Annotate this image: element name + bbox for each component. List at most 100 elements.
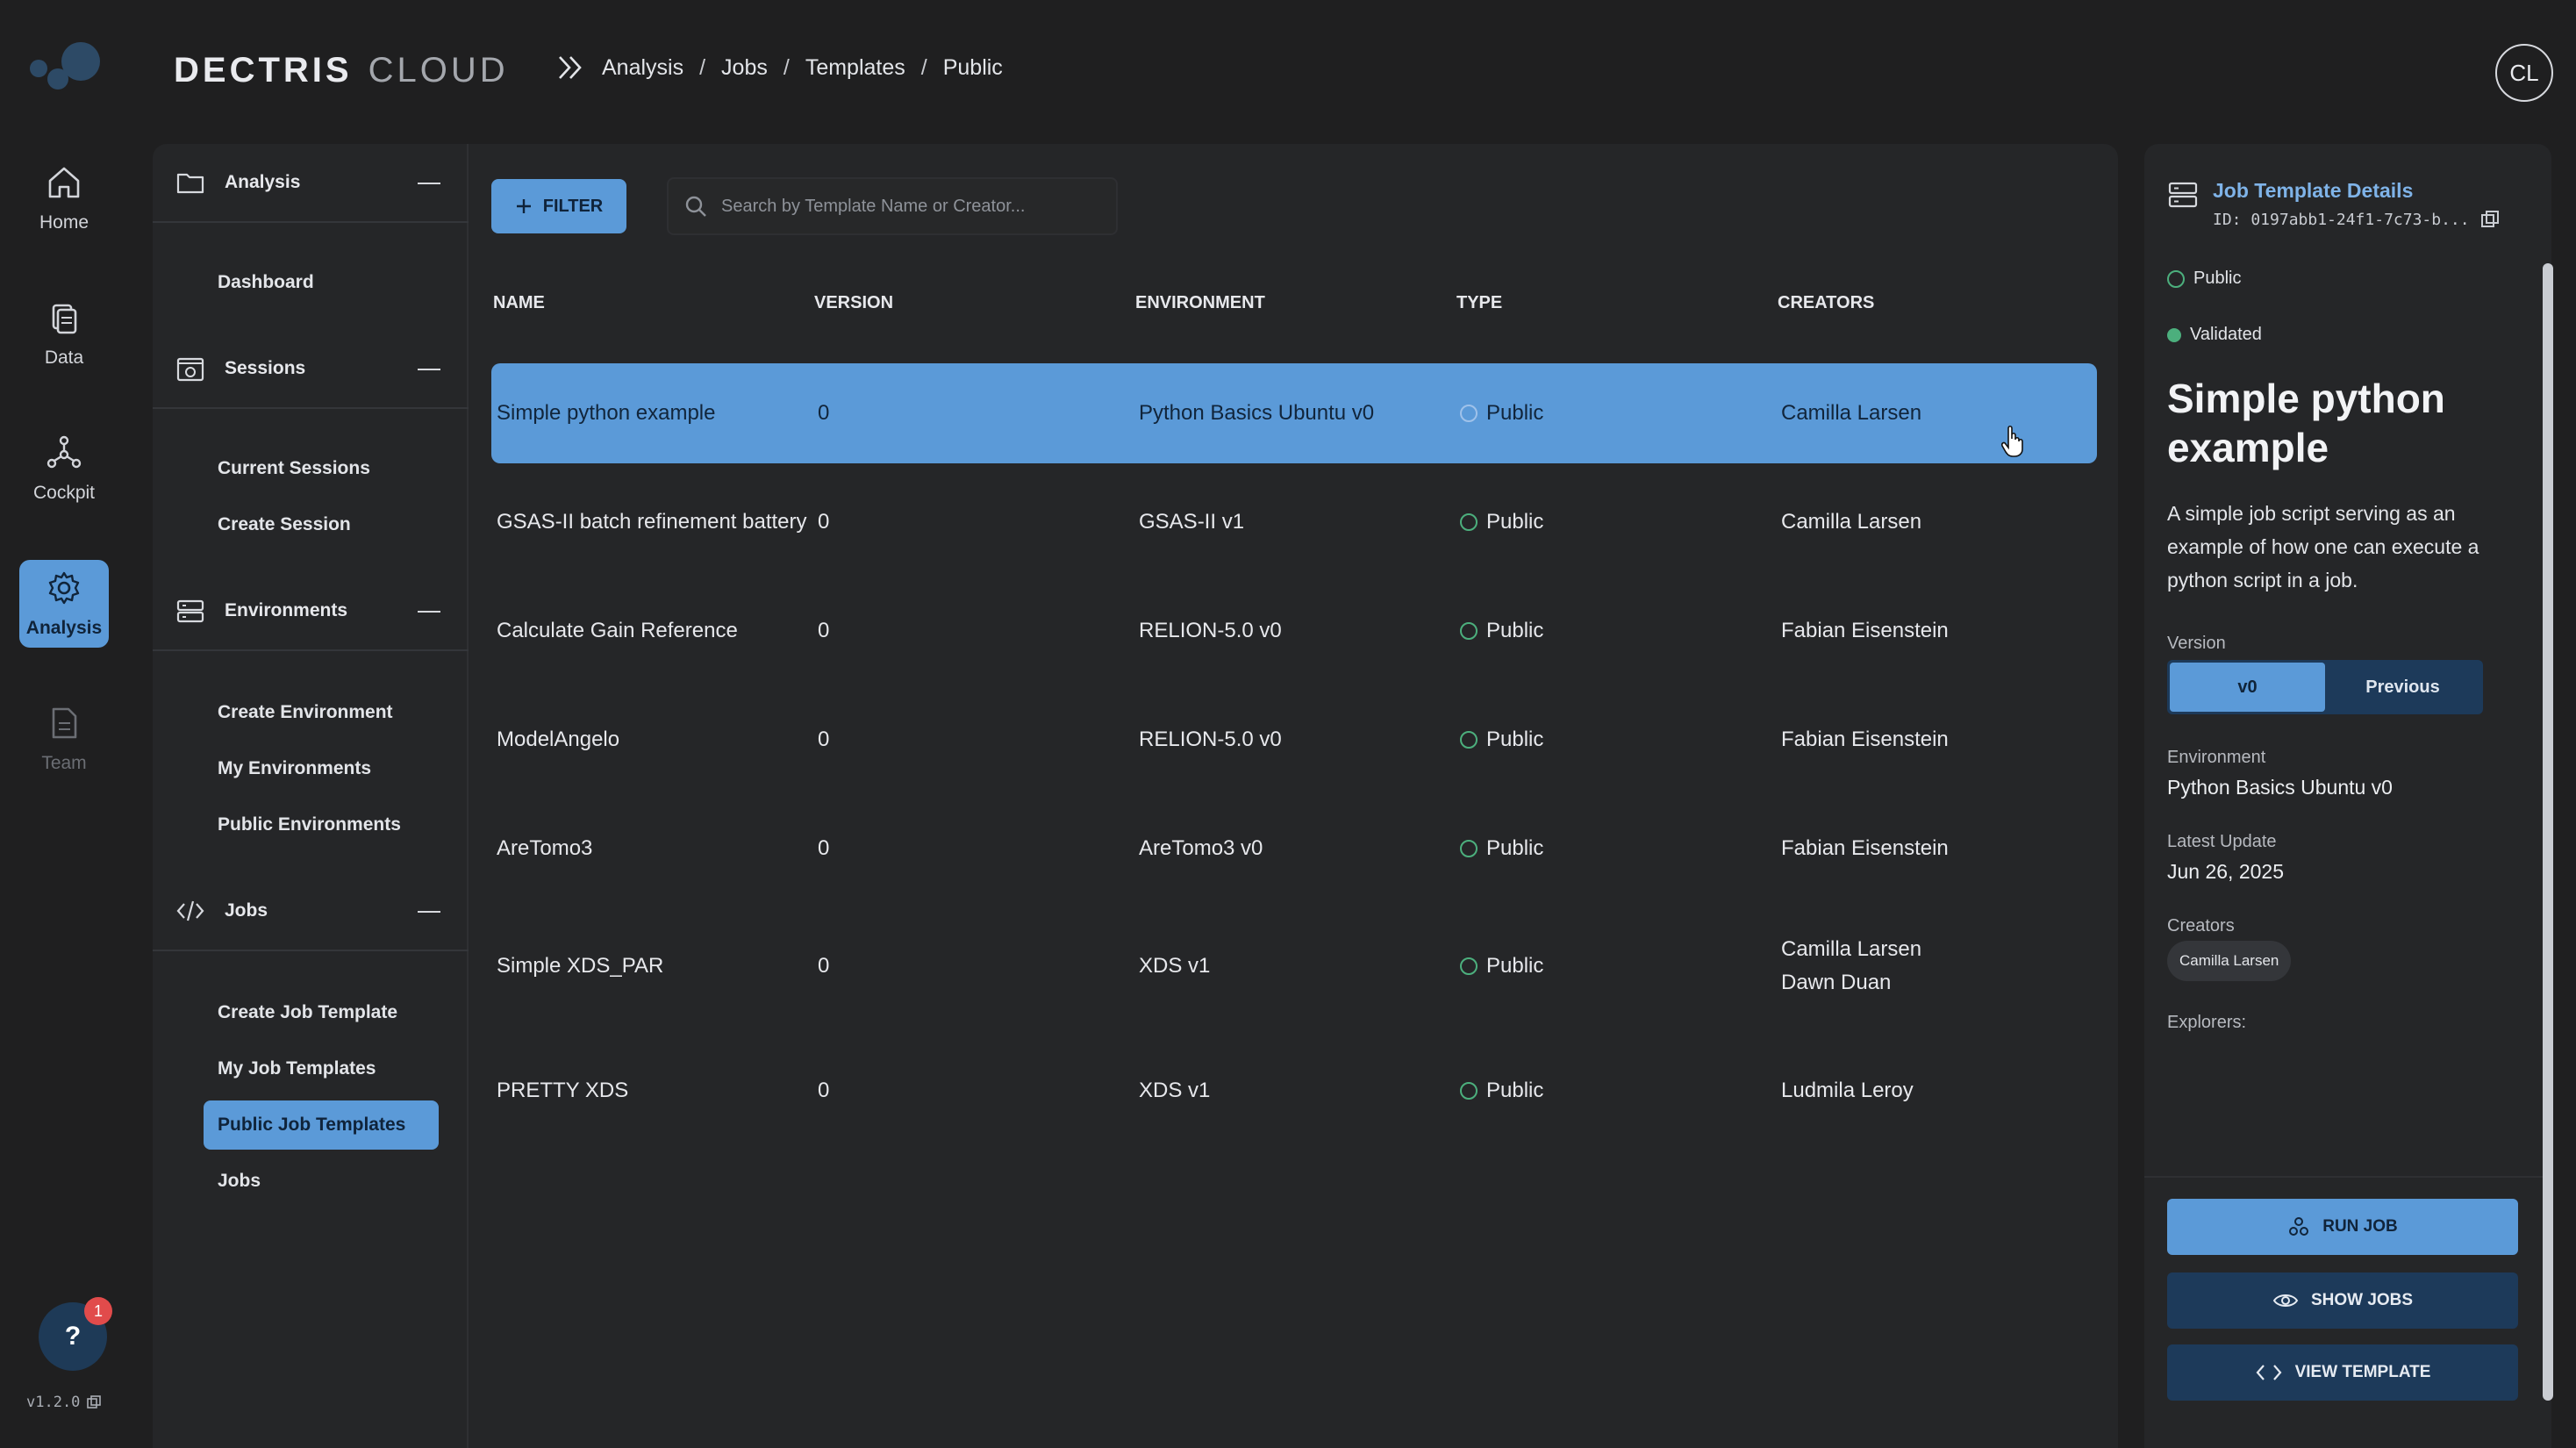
creator-name: Fabian Eisenstein xyxy=(1781,619,1949,642)
version-current-button[interactable]: v0 xyxy=(2170,663,2325,712)
template-description: A simple job script serving as an exampl… xyxy=(2167,502,2479,591)
group-title: Analysis xyxy=(225,172,301,192)
table-row[interactable]: AreTomo3 0 AreTomo3 v0 Public Fabian Eis… xyxy=(491,799,2097,899)
column-header-version[interactable]: VERSION xyxy=(814,293,893,313)
collapse-icon[interactable] xyxy=(418,911,440,913)
rail-item-data[interactable]: Data xyxy=(19,290,109,377)
column-header-environment[interactable]: ENVIRONMENT xyxy=(1135,293,1265,313)
cell-version: 0 xyxy=(818,619,830,642)
version-label: v1.2.0 xyxy=(26,1394,81,1411)
nav-create-environment[interactable]: Create Environment xyxy=(204,688,439,737)
nav-jobs[interactable]: Jobs xyxy=(204,1157,439,1206)
table-row[interactable]: PRETTY XDS 0 XDS v1 Public Ludmila Leroy xyxy=(491,1041,2097,1141)
brand-name: DECTRIS xyxy=(174,51,353,90)
collapse-icon[interactable] xyxy=(418,183,440,184)
view-template-button[interactable]: VIEW TEMPLATE xyxy=(2167,1344,2518,1401)
globe-icon xyxy=(1460,1082,1478,1100)
main-rail: Home Data Cockpit Analysis Team ? 1 v1.2… xyxy=(0,0,128,1448)
group-title: Sessions xyxy=(225,358,306,378)
version-label: Version xyxy=(2167,634,2226,653)
table-row[interactable]: GSAS-II batch refinement battery 0 GSAS-… xyxy=(491,472,2097,572)
group-analysis[interactable]: Analysis xyxy=(153,144,469,223)
visibility-label: Public xyxy=(2193,269,2242,288)
search-box xyxy=(667,177,1118,235)
cell-version: 0 xyxy=(818,510,830,534)
table-row[interactable]: Simple XDS_PAR 0 XDS v1 Public Camilla L… xyxy=(491,907,2097,1025)
cell-environment: XDS v1 xyxy=(1139,1079,1211,1102)
creator-name: Camilla Larsen xyxy=(1781,401,1922,425)
rail-item-team[interactable]: Team xyxy=(19,695,109,783)
breadcrumb-public[interactable]: Public xyxy=(943,55,1003,81)
run-job-button[interactable]: RUN JOB xyxy=(2167,1199,2518,1255)
cell-version: 0 xyxy=(818,401,830,425)
type-label: Public xyxy=(1486,728,1544,751)
environment-label: Environment xyxy=(2167,748,2266,767)
user-avatar[interactable]: CL xyxy=(2495,44,2553,102)
nav-my-job-templates[interactable]: My Job Templates xyxy=(204,1044,439,1093)
server-icon xyxy=(2168,182,2198,208)
column-header-creators[interactable]: CREATORS xyxy=(1778,293,1874,313)
brand-logo[interactable]: DECTRIS CLOUD xyxy=(174,51,509,90)
cell-version: 0 xyxy=(818,836,830,860)
breadcrumb: Analysis / Jobs / Templates / Public xyxy=(556,54,1003,81)
eye-icon xyxy=(2272,1294,2299,1307)
breadcrumb-separator: / xyxy=(920,54,927,80)
table-row[interactable]: ModelAngelo 0 RELION-5.0 v0 Public Fabia… xyxy=(491,690,2097,790)
notification-badge: 1 xyxy=(84,1297,112,1325)
nav-dashboard[interactable]: Dashboard xyxy=(204,258,439,307)
template-id[interactable]: ID: 0197abb1-24f1-7c73-b... xyxy=(2213,210,2500,229)
table-header: NAME VERSION ENVIRONMENT TYPE CREATORS xyxy=(469,284,2118,319)
template-details-panel: Job Template Details ID: 0197abb1-24f1-7… xyxy=(2144,144,2551,1448)
search-input[interactable] xyxy=(721,196,1090,217)
code-icon xyxy=(2256,1365,2282,1380)
globe-icon xyxy=(1460,513,1478,531)
cell-type: Public xyxy=(1460,723,1543,756)
cell-type: Public xyxy=(1460,1074,1543,1108)
globe-icon xyxy=(1460,957,1478,975)
rail-item-label: Data xyxy=(44,348,84,368)
table-row[interactable]: Simple python example 0 Python Basics Ub… xyxy=(491,363,2097,463)
nav-public-environments[interactable]: Public Environments xyxy=(204,800,439,849)
rail-item-analysis[interactable]: Analysis xyxy=(19,560,109,648)
cell-name: ModelAngelo xyxy=(497,728,620,751)
filter-button[interactable]: FILTER xyxy=(491,179,626,233)
rail-item-cockpit[interactable]: Cockpit xyxy=(19,425,109,513)
dectris-logo-icon[interactable] xyxy=(25,37,104,98)
breadcrumb-templates[interactable]: Templates xyxy=(805,55,905,81)
nav-my-environments[interactable]: My Environments xyxy=(204,744,439,793)
nav-current-sessions[interactable]: Current Sessions xyxy=(204,444,439,493)
details-scrollbar[interactable] xyxy=(2543,263,2553,1401)
home-icon xyxy=(48,167,80,198)
collapse-icon[interactable] xyxy=(418,369,440,370)
column-header-type[interactable]: TYPE xyxy=(1456,293,1502,313)
nav-public-job-templates[interactable]: Public Job Templates xyxy=(204,1100,439,1150)
creator-name: Fabian Eisenstein xyxy=(1781,836,1949,860)
cell-version: 0 xyxy=(818,728,830,751)
nav-create-session[interactable]: Create Session xyxy=(204,500,439,549)
creator-chip[interactable]: Camilla Larsen xyxy=(2167,941,2292,981)
copy-icon[interactable] xyxy=(2480,210,2500,229)
rail-item-home[interactable]: Home xyxy=(19,154,109,242)
rail-item-label: Cockpit xyxy=(32,483,96,503)
group-jobs[interactable]: Jobs xyxy=(153,872,469,951)
collapse-icon[interactable] xyxy=(418,611,440,613)
double-chevron-right-icon[interactable] xyxy=(556,54,586,81)
show-jobs-button[interactable]: SHOW JOBS xyxy=(2167,1272,2518,1329)
creator-name: Camilla Larsen xyxy=(1781,937,1922,961)
column-header-name[interactable]: NAME xyxy=(493,293,545,313)
group-sessions[interactable]: Sessions xyxy=(153,330,469,409)
app-version[interactable]: v1.2.0 xyxy=(26,1394,102,1411)
group-environments[interactable]: Environments xyxy=(153,572,469,651)
breadcrumb-analysis[interactable]: Analysis xyxy=(602,55,683,81)
environment-value: Python Basics Ubuntu v0 xyxy=(2167,776,2393,799)
copy-icon xyxy=(87,1395,102,1409)
cell-creators: Fabian Eisenstein xyxy=(1781,614,1949,648)
table-row[interactable]: Calculate Gain Reference 0 RELION-5.0 v0… xyxy=(491,581,2097,681)
cell-environment: AreTomo3 v0 xyxy=(1139,836,1263,860)
breadcrumb-jobs[interactable]: Jobs xyxy=(721,55,768,81)
creators-label: Creators xyxy=(2167,916,2235,935)
version-previous-button[interactable]: Previous xyxy=(2325,663,2480,712)
cell-version: 0 xyxy=(818,954,830,978)
nav-create-job-template[interactable]: Create Job Template xyxy=(204,988,439,1037)
latest-update-label: Latest Update xyxy=(2167,832,2277,851)
